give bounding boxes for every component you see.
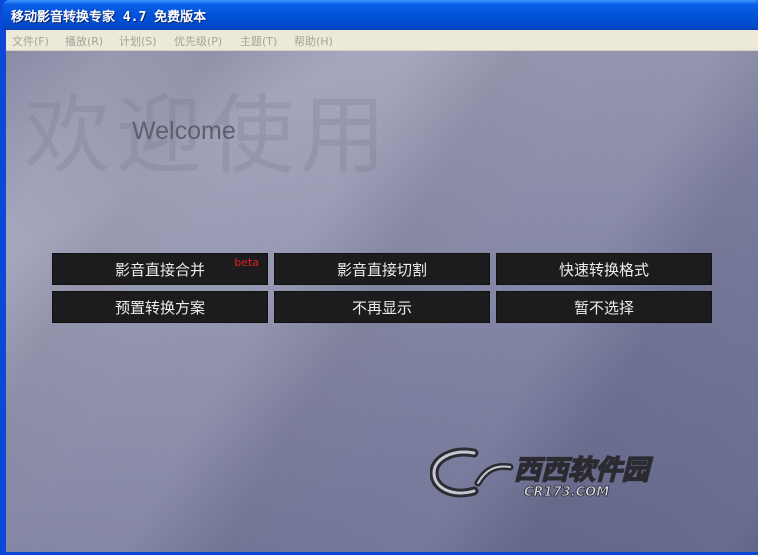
app-window: 移动影音转换专家 4.7 免费版本 文件(F) 播放(R) 计划(S) 优先级(… [0, 0, 758, 555]
skip-button[interactable]: 暂不选择 [496, 291, 712, 323]
menu-play[interactable]: 播放(R) [65, 33, 103, 49]
menu-theme[interactable]: 主题(T) [240, 33, 277, 49]
quick-convert-button-label: 快速转换格式 [558, 261, 649, 279]
merge-button-label: 影音直接合并 [114, 261, 205, 279]
cut-button[interactable]: 影音直接切割 [274, 253, 490, 285]
welcome-heading: Welcome [132, 117, 236, 145]
menu-bar: 文件(F) 播放(R) 计划(S) 优先级(P) 主题(T) 帮助(H) [6, 30, 758, 51]
logo-brand-text: 西西软件园 [514, 455, 653, 486]
menu-schedule[interactable]: 计划(S) [119, 33, 157, 49]
cr173-logo: 西西软件园 CR173.COM [430, 447, 654, 500]
dont-show-button-label: 不再显示 [351, 299, 412, 317]
title-bar[interactable]: 移动影音转换专家 4.7 免费版本 [3, 0, 758, 30]
preset-button-label: 预置转换方案 [114, 299, 205, 317]
welcome-panel: 欢迎使用 Welcome 影音直接合并 beta 影音直接切割 快速转换格式 预… [6, 51, 758, 552]
skip-button-label: 暂不选择 [573, 299, 634, 317]
logo-domain-text: CR173.COM [524, 485, 609, 500]
menu-priority[interactable]: 优先级(P) [174, 33, 222, 49]
window-title: 移动影音转换专家 4.7 免费版本 [11, 10, 207, 25]
dont-show-button[interactable]: 不再显示 [274, 291, 490, 323]
menu-help[interactable]: 帮助(H) [294, 33, 333, 49]
quick-convert-button[interactable]: 快速转换格式 [496, 253, 712, 285]
cut-button-label: 影音直接切割 [336, 261, 427, 279]
beta-badge: beta [234, 256, 259, 269]
menu-file[interactable]: 文件(F) [12, 33, 49, 49]
preset-button[interactable]: 预置转换方案 [52, 291, 268, 323]
merge-button[interactable]: 影音直接合并 beta [52, 253, 268, 285]
